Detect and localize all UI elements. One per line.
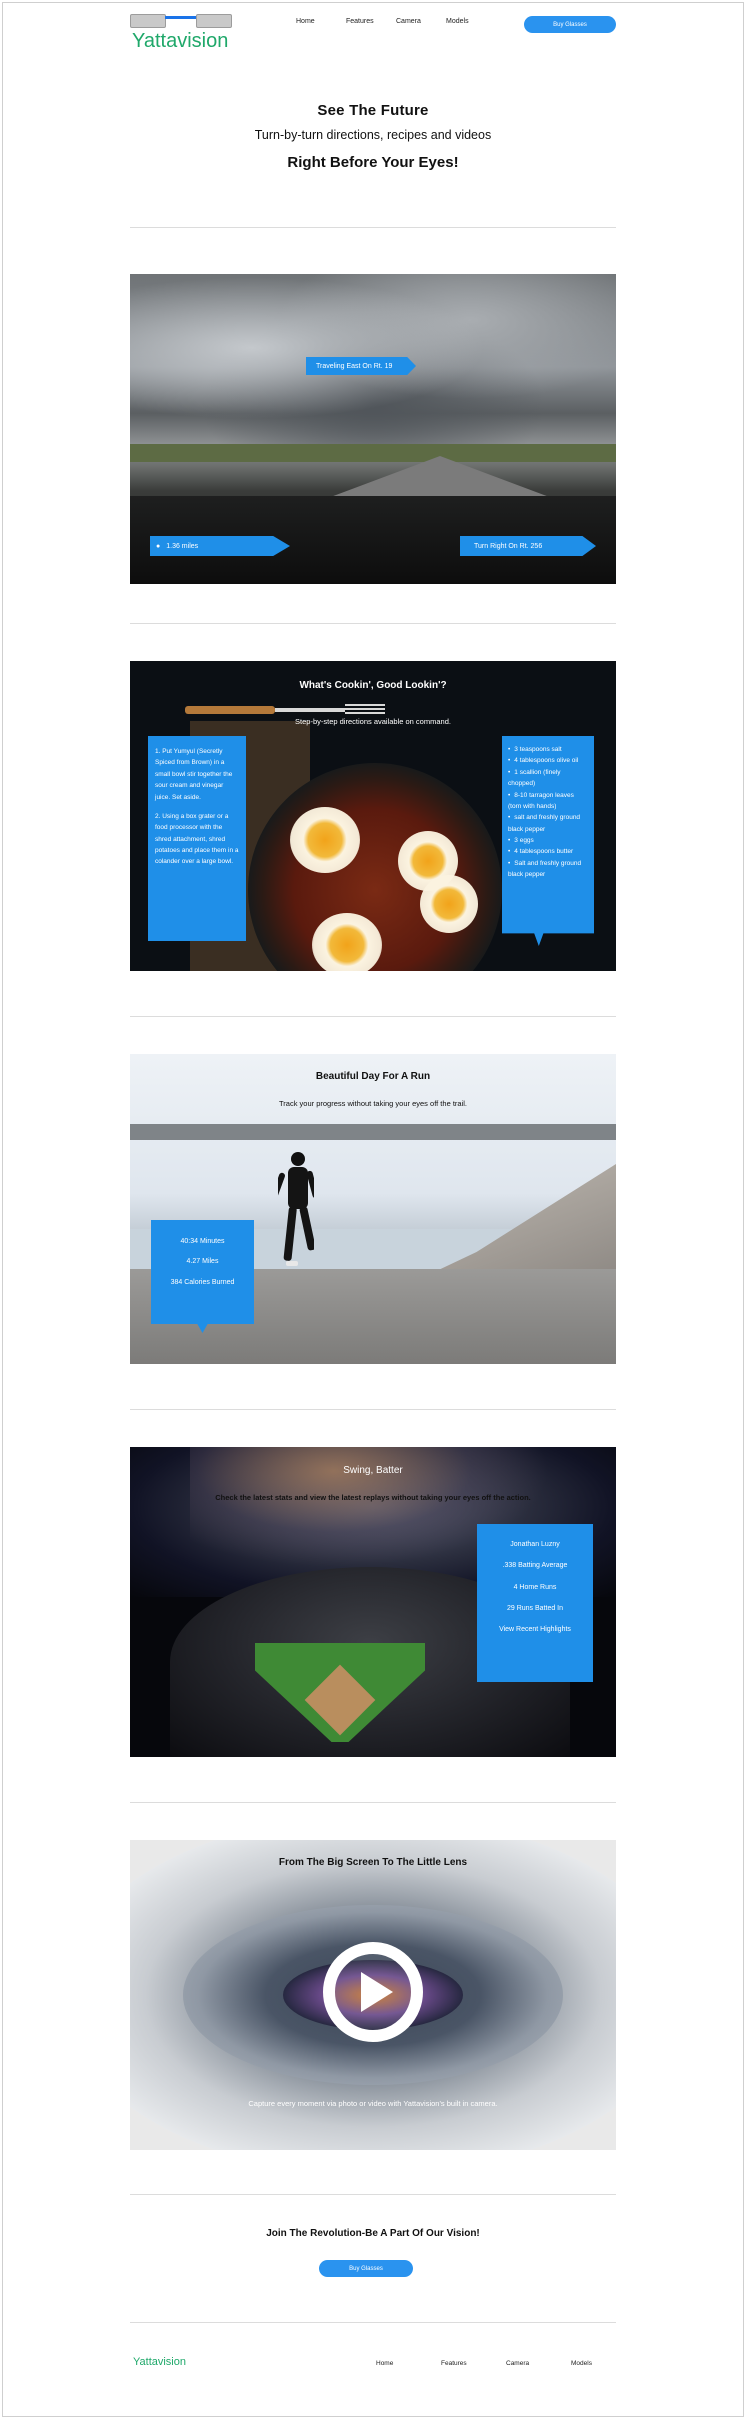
player-stats-box: Jonathan Luzny .338 Batting Average 4 Ho…	[477, 1524, 593, 1682]
hero-tagline: Right Before Your Eyes!	[287, 154, 459, 171]
nav-features[interactable]: Features	[346, 18, 396, 25]
divider	[130, 623, 616, 624]
divider	[130, 2322, 616, 2323]
footer-nav-features[interactable]: Features	[441, 2360, 506, 2367]
navigation-panel: Traveling East On Rt. 19 ● 1.36 miles Tu…	[130, 274, 616, 584]
site-header: Yattavision Home Features Camera Models …	[130, 12, 616, 54]
camera-caption: Capture every moment via photo or video …	[248, 2099, 498, 2108]
baseball-panel: Swing, Batter Check the latest stats and…	[130, 1447, 616, 1757]
player-name: Jonathan Luzny	[510, 1541, 560, 1548]
ingredient-item: 3 teaspoons salt	[508, 744, 588, 755]
direction-text: Traveling East On Rt. 19	[316, 362, 393, 370]
player-stat: 29 Runs Batted In	[506, 1605, 564, 1613]
direction-bubble: Traveling East On Rt. 19	[306, 357, 416, 375]
player-stat: 4 Home Runs	[513, 1583, 557, 1591]
runner-image	[278, 1152, 314, 1266]
baseball-title: Swing, Batter	[343, 1465, 403, 1476]
ingredient-item: 1 scallion (finely chopped)	[508, 767, 588, 790]
run-stat: 4.27 Miles	[186, 1258, 219, 1266]
footer-logo[interactable]: Yattavision	[133, 2356, 186, 2368]
cooking-panel: What's Cookin', Good Lookin'? Step-by-st…	[130, 661, 616, 971]
glasses-logo-icon	[130, 14, 232, 30]
next-turn-bubble: Turn Right On Rt. 256	[460, 536, 596, 556]
highlights-link[interactable]: View Recent Highlights	[481, 1619, 589, 1640]
divider	[130, 227, 616, 228]
play-button[interactable]	[323, 1942, 423, 2042]
ingredient-item: Salt and freshly ground black pepper	[508, 858, 588, 881]
ingredient-item: 8-10 tarragon leaves (torn with hands)	[508, 790, 588, 813]
divider	[130, 1802, 616, 1803]
camera-panel: From The Big Screen To The Little Lens C…	[130, 1840, 616, 2150]
player-stat: .338 Batting Average	[502, 1562, 568, 1570]
cooking-title: What's Cookin', Good Lookin'?	[299, 680, 447, 691]
run-stats-box: 40:34 Minutes 4.27 Miles 384 Calories Bu…	[151, 1220, 254, 1333]
run-subtitle: Track your progress without taking your …	[278, 1099, 467, 1108]
play-icon	[361, 1972, 393, 2012]
ingredient-item: 4 tablespoons olive oil	[508, 755, 588, 766]
distance-text: 1.36 miles	[166, 542, 199, 550]
distance-bubble: ● 1.36 miles	[150, 536, 290, 556]
run-title: Beautiful Day For A Run	[315, 1071, 431, 1082]
nav-camera[interactable]: Camera	[396, 18, 446, 25]
recipe-steps-box: 1. Put Yumyul (Secretly Spiced from Brow…	[148, 736, 246, 941]
hero-subtitle: Turn-by-turn directions, recipes and vid…	[254, 128, 492, 142]
ingredient-item: 3 eggs	[508, 835, 588, 846]
nav-home[interactable]: Home	[296, 18, 346, 25]
fork-icon	[185, 704, 385, 714]
buy-glasses-button[interactable]: Buy Glasses	[524, 16, 616, 33]
recipe-step: 1. Put Yumyul (Secretly Spiced from Brow…	[155, 748, 233, 801]
join-buy-button[interactable]: Buy Glasses	[319, 2260, 413, 2277]
run-stat: 384 Calories Burned	[170, 1278, 235, 1286]
divider	[130, 1409, 616, 1410]
run-stat: 40:34 Minutes	[180, 1238, 225, 1245]
location-pin-icon: ●	[156, 542, 161, 550]
logo-text[interactable]: Yattavision	[132, 30, 228, 53]
recipe-step: 2. Using a box grater or a food processo…	[155, 812, 239, 866]
hero-title: See The Future	[317, 102, 429, 119]
divider	[130, 1016, 616, 1017]
divider	[130, 2194, 616, 2195]
top-nav: Home Features Camera Models	[296, 18, 496, 25]
next-turn-text: Turn Right On Rt. 256	[474, 542, 543, 550]
baseball-subtitle: Check the latest stats and view the late…	[215, 1493, 531, 1502]
cooking-subtitle: Step-by-step directions available on com…	[295, 717, 451, 726]
camera-title: From The Big Screen To The Little Lens	[278, 1857, 468, 1868]
ingredients-box: 3 teaspoons salt 4 tablespoons olive oil…	[502, 736, 594, 946]
run-panel: Beautiful Day For A Run Track your progr…	[130, 1054, 616, 1364]
join-heading: Join The Revolution-Be A Part Of Our Vis…	[266, 2228, 480, 2239]
footer-nav-home[interactable]: Home	[376, 2360, 441, 2367]
nav-models[interactable]: Models	[446, 18, 496, 25]
ingredient-item: 4 tablespoons butter	[508, 846, 588, 857]
footer-nav-camera[interactable]: Camera	[506, 2360, 571, 2367]
footer-nav-models[interactable]: Models	[571, 2360, 636, 2367]
ingredient-item: salt and freshly ground black pepper	[508, 812, 588, 835]
footer-nav: Home Features Camera Models	[376, 2360, 636, 2367]
hero: See The Future Turn-by-turn directions, …	[0, 102, 746, 171]
